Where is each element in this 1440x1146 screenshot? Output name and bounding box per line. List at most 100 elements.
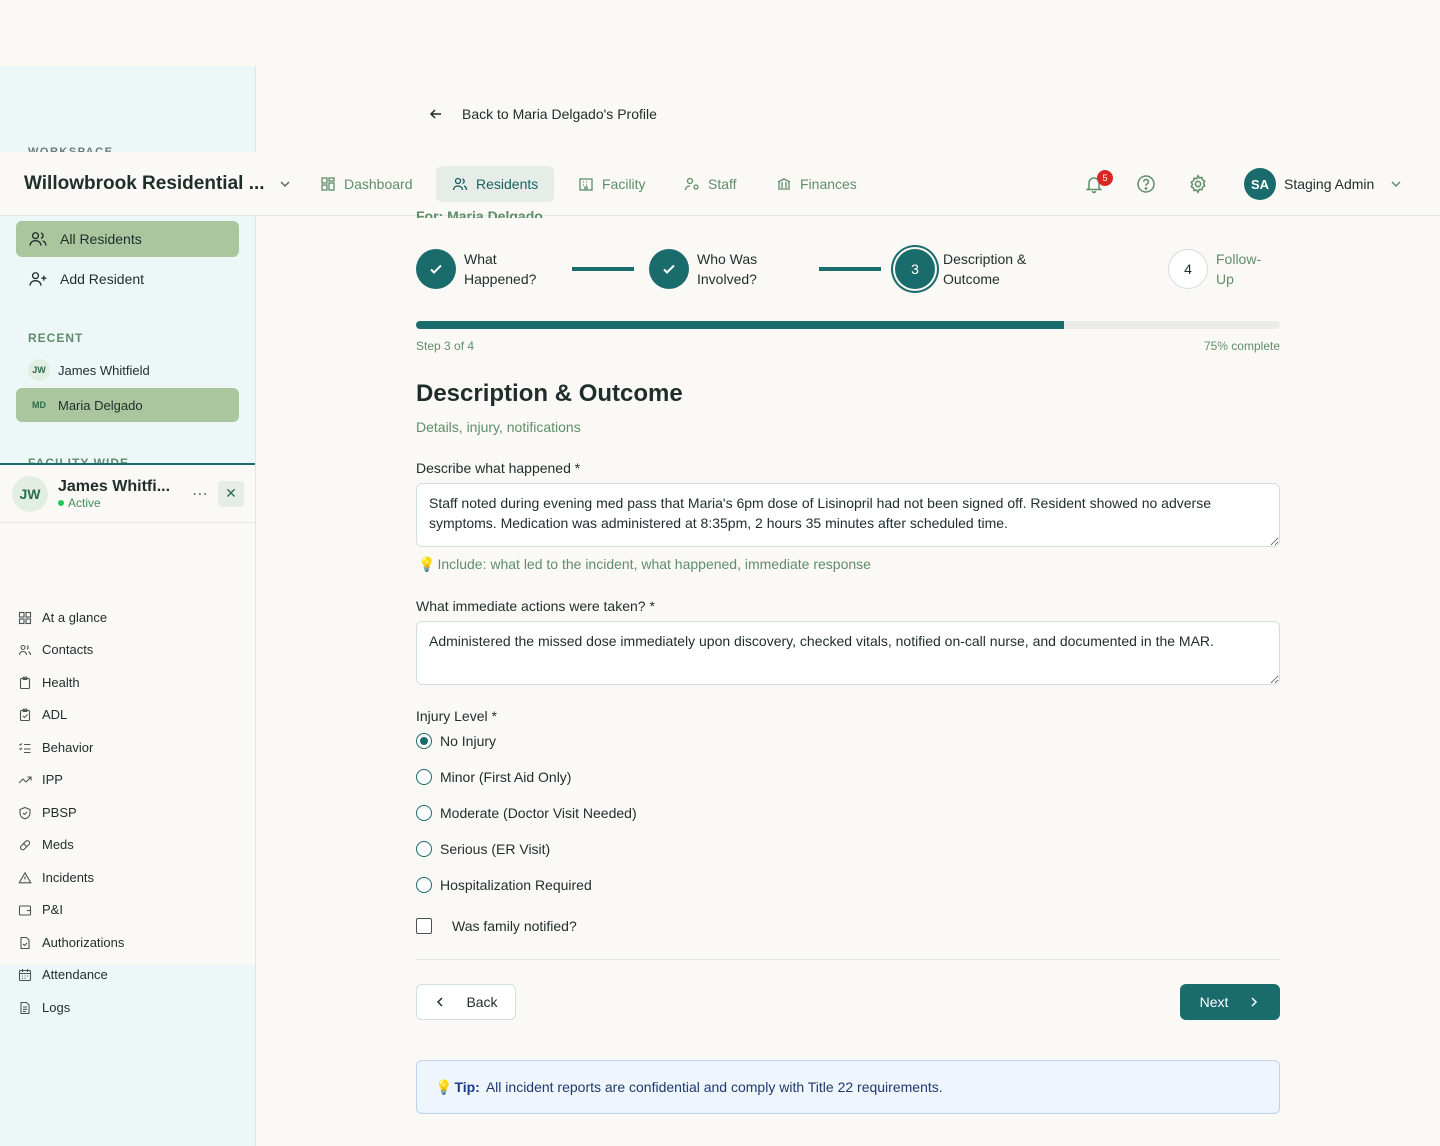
more-icon[interactable]: ⋯: [192, 484, 208, 504]
tab-residents[interactable]: Residents: [436, 166, 555, 202]
hint-text: Include: what led to the incident, what …: [437, 556, 871, 572]
resident-menu-item-adl[interactable]: ADL: [18, 707, 67, 722]
status-dot-icon: [58, 499, 64, 506]
tab-label: Dashboard: [344, 176, 413, 192]
actions-textarea[interactable]: [416, 621, 1280, 685]
step-connector: [819, 267, 881, 271]
resident-menu-label: P&I: [42, 902, 63, 917]
resident-name[interactable]: James Whitfi...: [58, 478, 170, 496]
resident-menu-item-incidents[interactable]: Incidents: [18, 870, 94, 885]
user-menu[interactable]: SA Staging Admin: [1244, 168, 1402, 200]
tab-staff[interactable]: Staff: [668, 166, 753, 202]
step-number: 4: [1168, 249, 1208, 289]
chevron-down-icon: [280, 180, 290, 187]
radio-label: No Injury: [440, 733, 497, 749]
user-cog-icon: [684, 177, 699, 191]
sidebar-item-add-resident[interactable]: Add Resident: [16, 261, 239, 297]
resident-menu-label: At a glance: [42, 610, 108, 625]
step-connector: [572, 267, 634, 271]
resident-menu-item-authorizations[interactable]: Authorizations: [18, 935, 124, 950]
bank-icon: [777, 178, 791, 190]
sidebar-item-label: Add Resident: [60, 271, 145, 287]
alert-triangle-icon: [18, 871, 32, 883]
resident-menu-label: Authorizations: [42, 935, 125, 950]
resident-menu-item-contacts[interactable]: Contacts: [18, 642, 93, 657]
users-icon: [18, 644, 32, 655]
resident-menu-item-pbsp[interactable]: PBSP: [18, 805, 77, 820]
avatar: JW: [28, 359, 50, 381]
shield-icon: [19, 806, 31, 819]
radio-button[interactable]: [416, 841, 432, 857]
chevron-left-icon: [437, 997, 443, 1007]
resident-menu-item-health[interactable]: Health: [18, 675, 80, 690]
next-button[interactable]: Next: [1180, 984, 1280, 1020]
step-label: Who Was Involved?: [697, 251, 758, 287]
tab-label: Finances: [800, 176, 857, 192]
radio-label: Minor (First Aid Only): [440, 769, 572, 785]
progress-fill: [416, 321, 1064, 329]
resident-panel: JW James Whitfi... Active ⋯ ✕ At a glanc…: [0, 463, 255, 1015]
help-icon[interactable]: [1136, 174, 1156, 194]
resident-menu-label: IPP: [42, 772, 63, 787]
gear-icon[interactable]: [1188, 174, 1208, 194]
injury-option-serious-er-visit[interactable]: Serious (ER Visit): [416, 841, 550, 857]
tip-label: Tip:: [454, 1079, 480, 1095]
facility-switcher[interactable]: Willowbrook Residential ...: [24, 173, 291, 195]
injury-level-label: Injury Level *: [416, 708, 497, 724]
clipboard-icon: [19, 676, 31, 689]
resident-menu-label: Health: [42, 675, 80, 690]
recent-item-james[interactable]: JW James Whitfield: [16, 353, 239, 387]
close-icon[interactable]: ✕: [218, 480, 244, 507]
recent-item-maria[interactable]: MD Maria Delgado: [16, 388, 239, 422]
page-subtitle: Details, injury, notifications: [416, 419, 581, 435]
tab-dashboard[interactable]: Dashboard: [304, 166, 429, 202]
status-badge: Active: [58, 496, 170, 510]
tab-label: Residents: [476, 176, 539, 192]
resident-menu-item-meds[interactable]: Meds: [18, 837, 74, 852]
tab-facility[interactable]: Facility: [562, 166, 662, 202]
back-link-label: Back to Maria Delgado's Profile: [462, 106, 657, 122]
users-icon: [452, 177, 468, 191]
injury-option-moderate-doctor-visit-needed[interactable]: Moderate (Doctor Visit Needed): [416, 805, 637, 821]
recent-item-name: James Whitfield: [58, 362, 150, 378]
radio-button[interactable]: [416, 805, 432, 821]
resident-menu-item-attendance[interactable]: Attendance: [18, 967, 108, 982]
progress-percent: 75% complete: [1203, 339, 1280, 353]
resident-menu-item-behavior[interactable]: Behavior: [18, 740, 93, 755]
injury-option-hospitalization-required[interactable]: Hospitalization Required: [416, 877, 592, 893]
radio-button[interactable]: [416, 769, 432, 785]
clipboard-check-icon: [19, 708, 31, 721]
grid-icon: [18, 611, 32, 624]
file-check-icon: [20, 936, 30, 949]
family-notified-checkbox[interactable]: [416, 918, 432, 934]
notification-badge: 5: [1097, 170, 1113, 186]
avatar: SA: [1244, 168, 1276, 200]
back-button-label: Back: [466, 994, 498, 1010]
tab-finances[interactable]: Finances: [760, 166, 873, 202]
avatar: MD: [32, 400, 46, 410]
back-button[interactable]: Back: [416, 984, 516, 1020]
injury-option-no-injury[interactable]: No Injury: [416, 733, 496, 749]
family-notified-checkbox-row[interactable]: Was family notified?: [416, 918, 577, 934]
resident-menu-item-ipp[interactable]: IPP: [18, 772, 63, 787]
sidebar-item-all-residents[interactable]: All Residents: [16, 221, 239, 257]
resident-menu-label: Contacts: [42, 642, 94, 657]
resident-menu-label: Behavior: [42, 740, 94, 755]
sidebar-item-label: All Residents: [60, 231, 142, 247]
resident-menu-item-at-a-glance[interactable]: At a glance: [18, 610, 107, 625]
user-name: Staging Admin: [1284, 176, 1375, 192]
step-4: 4 Follow- Up: [1168, 249, 1261, 289]
describe-hint: 💡 Include: what led to the incident, wha…: [418, 556, 871, 573]
resident-menu-item-logs[interactable]: Logs: [18, 1000, 70, 1015]
resident-menu-label: PBSP: [42, 805, 77, 820]
check-icon: [649, 249, 689, 289]
building-icon: [579, 178, 593, 191]
injury-option-minor-first-aid-only[interactable]: Minor (First Aid Only): [416, 769, 571, 785]
step-2: Who Was Involved?: [649, 249, 757, 289]
resident-menu-item-p-i[interactable]: P&I: [18, 902, 63, 917]
describe-textarea[interactable]: [416, 483, 1280, 547]
radio-button[interactable]: [416, 877, 432, 893]
radio-button[interactable]: [416, 733, 432, 749]
back-to-profile-link[interactable]: Back to Maria Delgado's Profile: [428, 106, 657, 122]
describe-label: Describe what happened *: [416, 460, 581, 476]
